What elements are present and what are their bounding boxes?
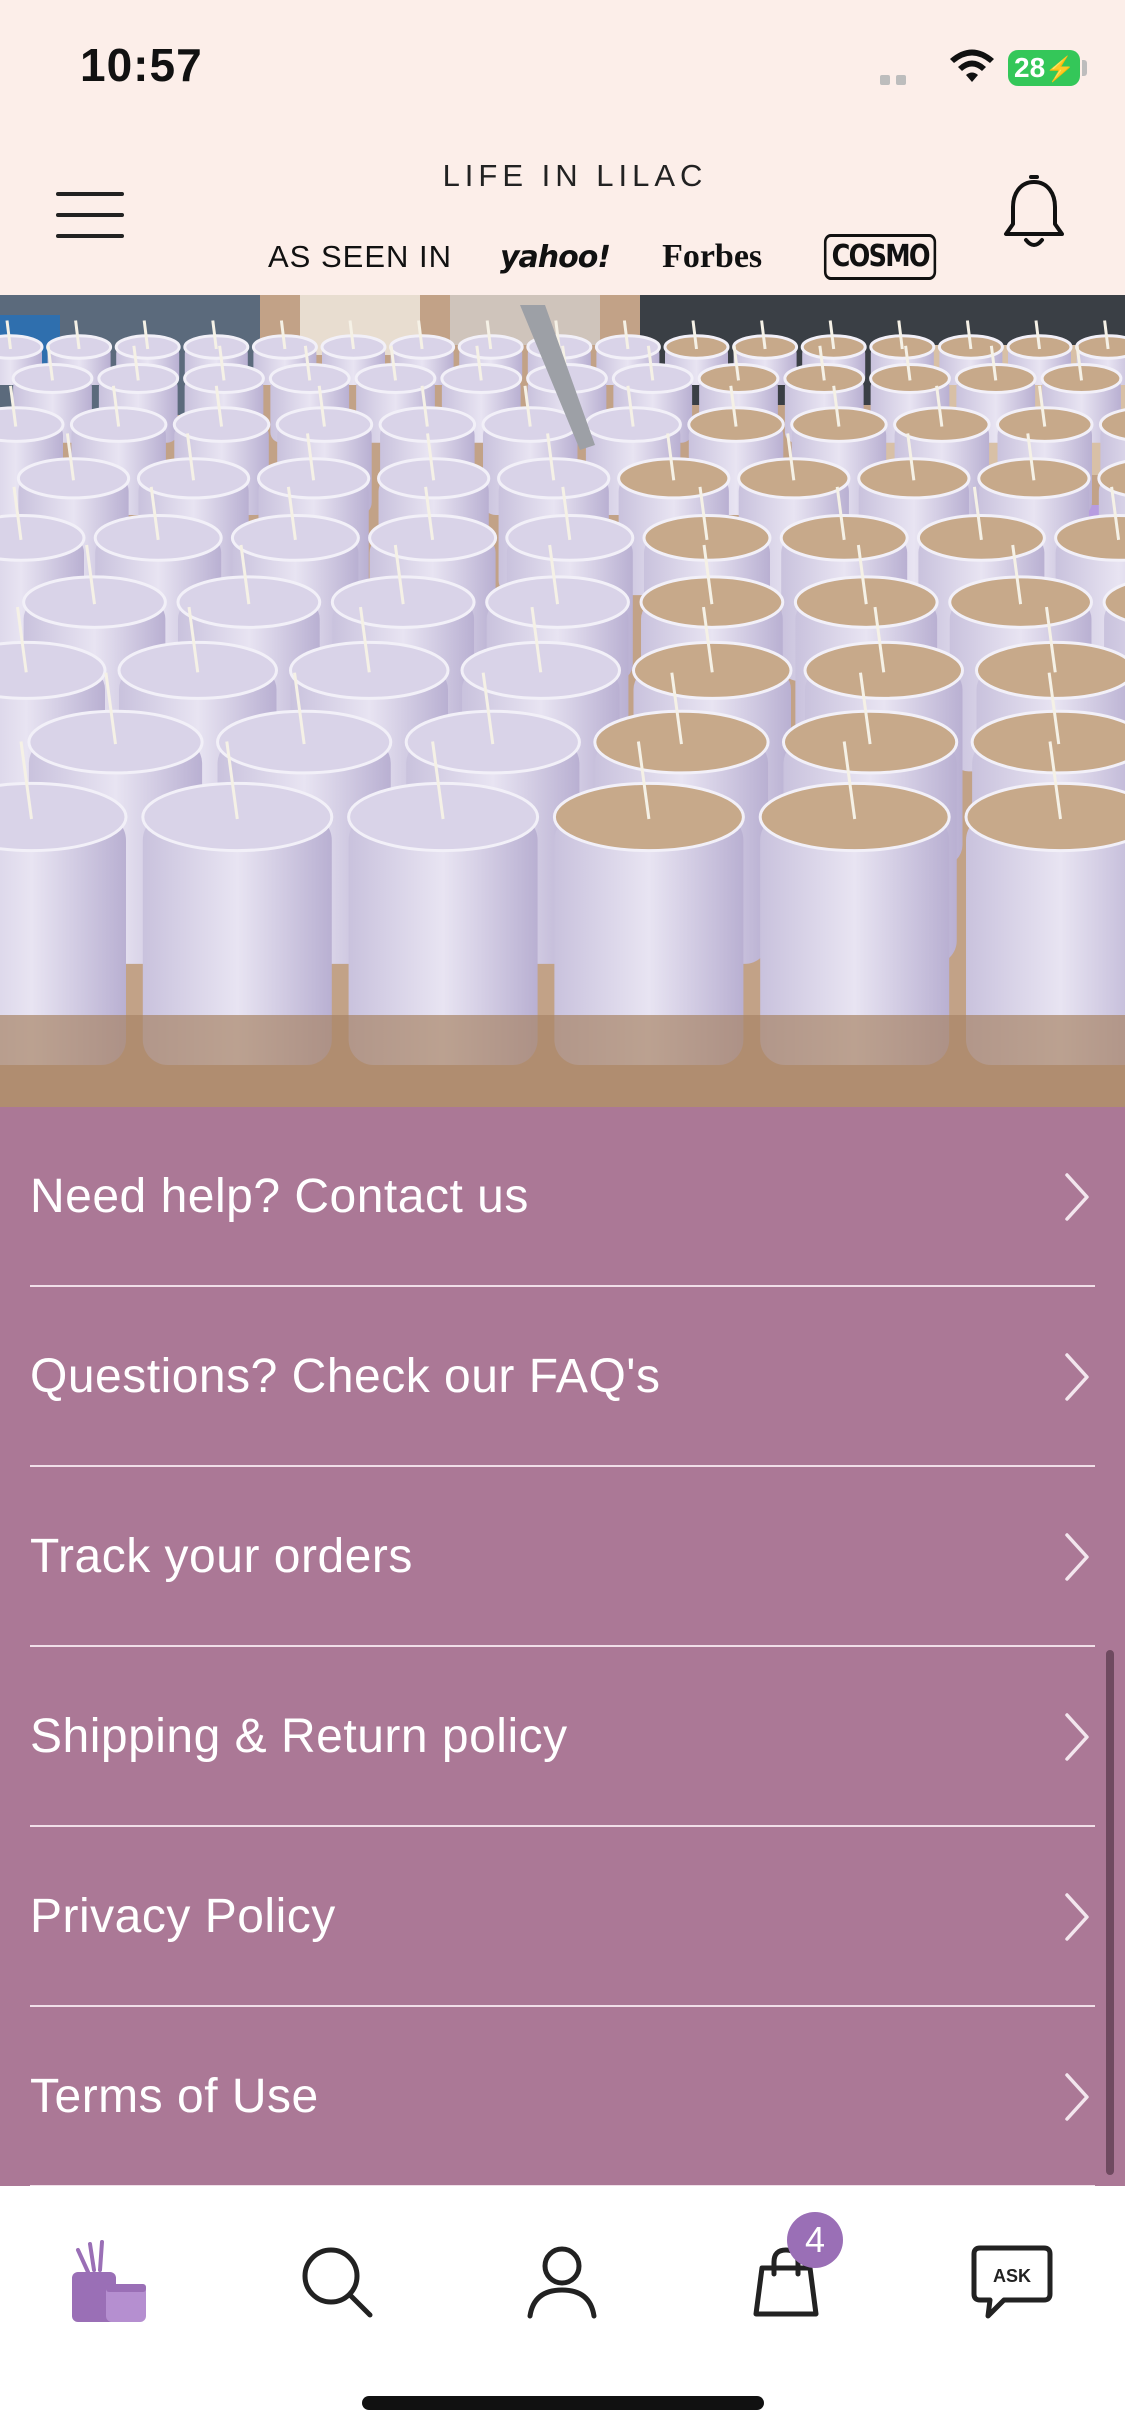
home-indicator	[362, 2396, 764, 2410]
tab-ask[interactable]: ASK	[962, 2232, 1062, 2332]
search-icon	[302, 2247, 373, 2318]
menu-button[interactable]	[56, 190, 124, 240]
chevron-right-icon	[1065, 1353, 1089, 1401]
tab-account[interactable]	[512, 2232, 612, 2332]
faq-link[interactable]: Questions? Check our FAQ's	[30, 1287, 1095, 1467]
battery-level: 28	[1014, 52, 1046, 83]
battery-icon: 28⚡	[1008, 50, 1080, 86]
terms-of-use-link[interactable]: Terms of Use	[30, 2007, 1095, 2187]
candle-production-photo	[0, 295, 1125, 1107]
chevron-right-icon	[1065, 2073, 1089, 2121]
tab-home[interactable]	[60, 2232, 160, 2332]
home-candle-icon	[72, 2240, 146, 2322]
hero-image	[0, 295, 1125, 1107]
shipping-return-link[interactable]: Shipping & Return policy	[30, 1647, 1095, 1827]
terms-of-use-label: Terms of Use	[30, 2069, 319, 2123]
scrollbar[interactable]	[1106, 1650, 1114, 2175]
chevron-right-icon	[1065, 1533, 1089, 1581]
wifi-icon	[950, 49, 994, 82]
chevron-right-icon	[1065, 1893, 1089, 1941]
app-header: LIFE IN LILAC AS SEEN IN yahoo! Forbes C…	[0, 140, 1125, 295]
cart-count-badge: 4	[787, 2212, 843, 2268]
ask-label: ASK	[993, 2266, 1031, 2286]
shipping-return-label: Shipping & Return policy	[30, 1709, 568, 1763]
ask-chat-icon: ASK	[971, 2245, 1053, 2319]
battery-cap	[1082, 60, 1087, 76]
notification-bell-button[interactable]	[998, 174, 1070, 254]
chevron-right-icon	[1065, 1173, 1089, 1221]
privacy-policy-label: Privacy Policy	[30, 1889, 336, 1943]
cellular-signal-icon	[880, 72, 912, 90]
support-links-section: Need help? Contact us Questions? Check o…	[0, 1107, 1125, 2187]
track-orders-link[interactable]: Track your orders	[30, 1467, 1095, 1647]
track-orders-label: Track your orders	[30, 1529, 413, 1583]
contact-us-label: Need help? Contact us	[30, 1169, 529, 1223]
privacy-policy-link[interactable]: Privacy Policy	[30, 1827, 1095, 2007]
chevron-right-icon	[1065, 1713, 1089, 1761]
status-bar: 10:57 28⚡	[0, 0, 1125, 140]
status-time: 10:57	[80, 39, 203, 91]
as-seen-in-row: AS SEEN IN yahoo! Forbes COSMO	[268, 232, 947, 282]
contact-us-link[interactable]: Need help? Contact us	[30, 1107, 1095, 1287]
as-seen-in-label: AS SEEN IN	[268, 239, 452, 274]
account-icon	[527, 2246, 597, 2319]
yahoo-logo: yahoo!	[500, 239, 611, 275]
cosmo-logo: COSMO	[824, 234, 937, 280]
brand-title: LIFE IN LILAC	[442, 158, 708, 193]
tab-search[interactable]	[287, 2232, 387, 2332]
faq-label: Questions? Check our FAQ's	[30, 1349, 661, 1403]
forbes-logo: Forbes	[662, 238, 763, 275]
